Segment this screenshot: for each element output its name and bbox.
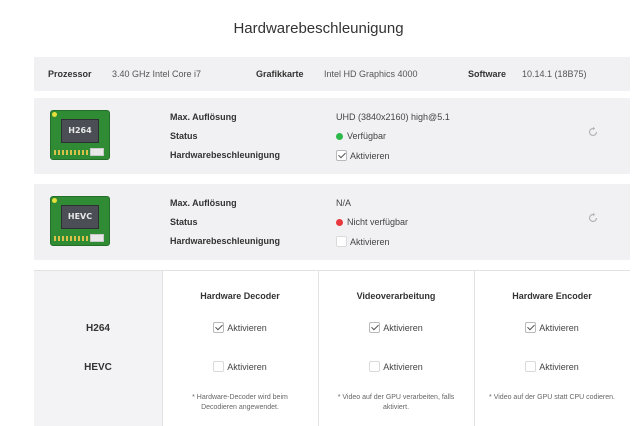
processing-note: * Video auf der GPU verarbeiten, falls a… [337, 394, 455, 411]
codec-card-h264: H264 Max. Auflösung UHD (3840x2160) high… [34, 98, 630, 174]
status-dot-icon [336, 133, 343, 140]
refresh-icon[interactable] [587, 212, 599, 224]
checkbox-unchecked-icon[interactable] [369, 361, 381, 372]
checkbox-unchecked-icon[interactable] [525, 361, 537, 372]
accel-label: Hardwarebeschleunigung [170, 150, 281, 160]
checkbox-unchecked-icon[interactable] [213, 361, 225, 372]
checkbox-checked-icon[interactable] [369, 322, 381, 333]
encoder-note: * Video auf der GPU statt CPU codieren. [489, 394, 615, 401]
hevc-decoder-checkbox[interactable]: Aktivieren [162, 361, 318, 372]
graphics-value: Intel HD Graphics 4000 [324, 69, 418, 79]
accel-checkbox[interactable]: Aktivieren [336, 236, 390, 247]
graphics-label: Grafikkarte [256, 69, 304, 79]
software-label: Software [468, 69, 507, 79]
status-value: Nicht verfügbar [336, 217, 408, 227]
h264-decoder-checkbox[interactable]: Aktivieren [162, 322, 318, 333]
processor-value: 3.40 GHz Intel Core i7 [112, 69, 202, 79]
column-header-decoder: Hardware Decoder [200, 291, 280, 301]
max-resolution-label: Max. Auflösung [170, 112, 237, 122]
status-value: Verfügbar [336, 131, 386, 141]
codec-matrix: Hardware Decoder Videoverarbeitung Hardw… [34, 270, 630, 426]
max-resolution-label: Max. Auflösung [170, 198, 237, 208]
status-dot-icon [336, 219, 343, 226]
max-resolution-value: N/A [336, 198, 352, 208]
checkbox-checked-icon[interactable] [336, 150, 347, 161]
codec-card-hevc: HEVC Max. Auflösung N/A Status Nicht ver… [34, 184, 630, 260]
hevc-encoder-checkbox[interactable]: Aktivieren [474, 361, 630, 372]
accel-label: Hardwarebeschleunigung [170, 236, 281, 246]
processor-label: Prozessor [48, 69, 92, 79]
accel-checkbox[interactable]: Aktivieren [336, 150, 390, 161]
h264-encoder-checkbox[interactable]: Aktivieren [474, 322, 630, 333]
checkbox-unchecked-icon[interactable] [336, 236, 347, 247]
row-header-h264: H264 [86, 323, 110, 334]
h264-processing-checkbox[interactable]: Aktivieren [318, 322, 474, 333]
checkbox-checked-icon[interactable] [525, 322, 537, 333]
row-header-hevc: HEVC [84, 362, 112, 373]
max-resolution-value: UHD (3840x2160) high@5.1 [336, 112, 450, 122]
system-info-bar: Prozessor 3.40 GHz Intel Core i7 Grafikk… [34, 57, 630, 91]
refresh-icon[interactable] [587, 126, 599, 138]
column-header-processing: Videoverarbeitung [356, 291, 436, 301]
chip-label: HEVC [61, 205, 99, 229]
status-label: Status [170, 217, 198, 227]
page-title: Hardwarebeschleunigung [233, 20, 404, 37]
software-value: 10.14.1 (18B75) [522, 69, 587, 79]
column-header-encoder: Hardware Encoder [512, 291, 592, 301]
status-label: Status [170, 131, 198, 141]
gpu-chip-icon: H264 [50, 110, 110, 160]
hevc-processing-checkbox[interactable]: Aktivieren [318, 361, 474, 372]
gpu-chip-icon: HEVC [50, 196, 110, 246]
decoder-note: * Hardware-Decoder wird beim Decodieren … [192, 394, 288, 411]
chip-label: H264 [61, 119, 99, 143]
checkbox-checked-icon[interactable] [213, 322, 225, 333]
